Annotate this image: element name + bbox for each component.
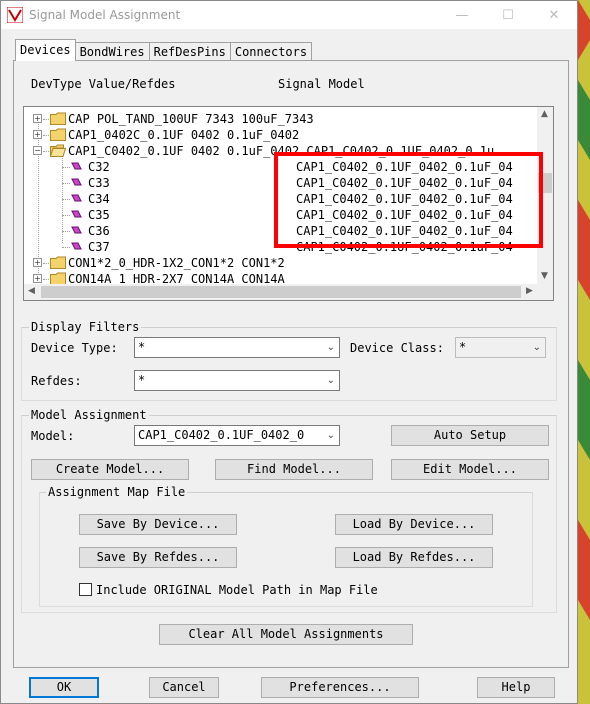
- chevron-down-icon[interactable]: ⌄: [327, 371, 335, 390]
- tab-bondwires[interactable]: BondWires: [74, 42, 150, 61]
- tree-row-device[interactable]: + CAP1_0402C_0.1UF 0402 0.1uF_0402: [24, 127, 538, 143]
- scroll-right-icon[interactable]: ▶: [526, 286, 533, 296]
- title-bar[interactable]: Signal Model Assignment — ☐ ✕: [1, 1, 577, 29]
- tree-row-device[interactable]: + CON1*2_0_HDR-1X2_CON1*2 CON1*2: [24, 255, 538, 271]
- tree-row-label: CAP POL_TAND_100UF 7343 100uF_7343: [68, 112, 314, 126]
- display-filters-title: Display Filters: [29, 320, 142, 334]
- edit-model-button[interactable]: Edit Model...: [391, 459, 549, 480]
- save-by-device-button[interactable]: Save By Device...: [79, 514, 237, 535]
- expand-toggle[interactable]: +: [33, 258, 42, 267]
- column-header-signal-model: Signal Model: [278, 77, 365, 91]
- refdes-label: C36: [88, 224, 110, 238]
- refdes-label: C37: [88, 240, 110, 254]
- scroll-up-icon[interactable]: ▲: [541, 109, 548, 119]
- load-by-device-button[interactable]: Load By Device...: [335, 514, 493, 535]
- device-type-value: *: [138, 340, 146, 354]
- expand-toggle[interactable]: +: [33, 130, 42, 139]
- tree-row-device[interactable]: + CON14A_1_HDR-2X7_CON14A CON14A: [24, 271, 538, 285]
- horizontal-scroll-thumb[interactable]: [41, 286, 521, 298]
- folder-icon: [50, 128, 66, 141]
- help-button[interactable]: Help: [477, 677, 555, 698]
- auto-setup-button[interactable]: Auto Setup: [391, 425, 549, 446]
- create-model-button[interactable]: Create Model...: [31, 459, 189, 480]
- find-model-button[interactable]: Find Model...: [215, 459, 373, 480]
- folder-open-icon: [50, 144, 66, 157]
- component-icon: [71, 162, 82, 170]
- column-header-devtype: DevType Value/Refdes: [31, 77, 176, 91]
- component-icon: [71, 226, 82, 234]
- tree-horizontal-scrollbar[interactable]: ◀ ▶: [24, 284, 538, 300]
- tree-row-label: CON1*2_0_HDR-1X2_CON1*2 CON1*2: [68, 256, 285, 270]
- refdes-filter-label: Refdes:: [31, 374, 82, 388]
- device-class-value: *: [459, 340, 467, 354]
- expand-toggle[interactable]: +: [33, 274, 42, 283]
- chevron-down-icon[interactable]: ⌄: [327, 338, 335, 357]
- tree-row-label: CAP1_0402C_0.1UF 0402 0.1uF_0402: [68, 128, 300, 142]
- tab-refdespins[interactable]: RefDesPins: [148, 42, 231, 61]
- app-icon: [7, 7, 23, 23]
- load-by-refdes-button[interactable]: Load By Refdes...: [335, 547, 493, 568]
- component-icon: [71, 194, 82, 202]
- model-label: Model:: [31, 429, 75, 443]
- refdes-filter-combo[interactable]: * ⌄: [134, 370, 340, 391]
- folder-icon: [50, 112, 66, 125]
- include-original-path-checkbox[interactable]: [79, 583, 92, 596]
- close-button[interactable]: ✕: [531, 1, 577, 29]
- scrollbar-corner: [537, 284, 553, 300]
- highlight-annotation-box: [274, 152, 543, 248]
- tab-connectors[interactable]: Connectors: [229, 42, 313, 61]
- refdes-label: C35: [88, 208, 110, 222]
- device-type-label: Device Type:: [31, 341, 118, 355]
- model-assignment-title: Model Assignment: [29, 408, 149, 422]
- tab-strip: Devices BondWires RefDesPins Connectors: [15, 39, 313, 61]
- folder-icon: [50, 256, 66, 269]
- cancel-button[interactable]: Cancel: [149, 677, 219, 698]
- chevron-down-icon[interactable]: ⌄: [533, 338, 541, 357]
- component-icon: [71, 242, 82, 250]
- window-title: Signal Model Assignment: [29, 8, 181, 22]
- minimize-button[interactable]: —: [439, 1, 485, 29]
- refdes-filter-value: *: [138, 373, 146, 387]
- ok-button[interactable]: OK: [29, 677, 99, 698]
- scroll-left-icon[interactable]: ◀: [28, 286, 35, 296]
- device-class-combo[interactable]: * ⌄: [455, 337, 546, 358]
- maximize-button[interactable]: ☐: [485, 1, 531, 29]
- tree-row-device[interactable]: + CAP POL_TAND_100UF 7343 100uF_7343: [24, 111, 538, 127]
- save-by-refdes-button[interactable]: Save By Refdes...: [79, 547, 237, 568]
- tab-devices[interactable]: Devices: [15, 39, 76, 61]
- signal-model-assignment-window: Signal Model Assignment — ☐ ✕ Devices Bo…: [0, 0, 578, 704]
- scroll-down-icon[interactable]: ▼: [541, 271, 548, 281]
- clear-all-model-assignments-button[interactable]: Clear All Model Assignments: [159, 624, 413, 645]
- preferences-button[interactable]: Preferences...: [261, 677, 419, 698]
- expand-toggle[interactable]: +: [33, 114, 42, 123]
- refdes-label: C33: [88, 176, 110, 190]
- chevron-down-icon[interactable]: ⌄: [327, 426, 335, 445]
- device-type-combo[interactable]: * ⌄: [134, 337, 340, 358]
- model-value: CAP1_C0402_0.1UF_0402_0: [138, 428, 305, 442]
- refdes-label: C34: [88, 192, 110, 206]
- assignment-map-file-title: Assignment Map File: [46, 485, 188, 499]
- component-icon: [71, 210, 82, 218]
- model-combo[interactable]: CAP1_C0402_0.1UF_0402_0 ⌄: [134, 425, 340, 446]
- device-class-label: Device Class:: [350, 341, 444, 355]
- component-icon: [71, 178, 82, 186]
- collapse-toggle[interactable]: −: [33, 146, 42, 155]
- include-original-path-label: Include ORIGINAL Model Path in Map File: [96, 583, 378, 597]
- tree-row-label: CON14A_1_HDR-2X7_CON14A CON14A: [68, 272, 285, 285]
- refdes-label: C32: [88, 160, 110, 174]
